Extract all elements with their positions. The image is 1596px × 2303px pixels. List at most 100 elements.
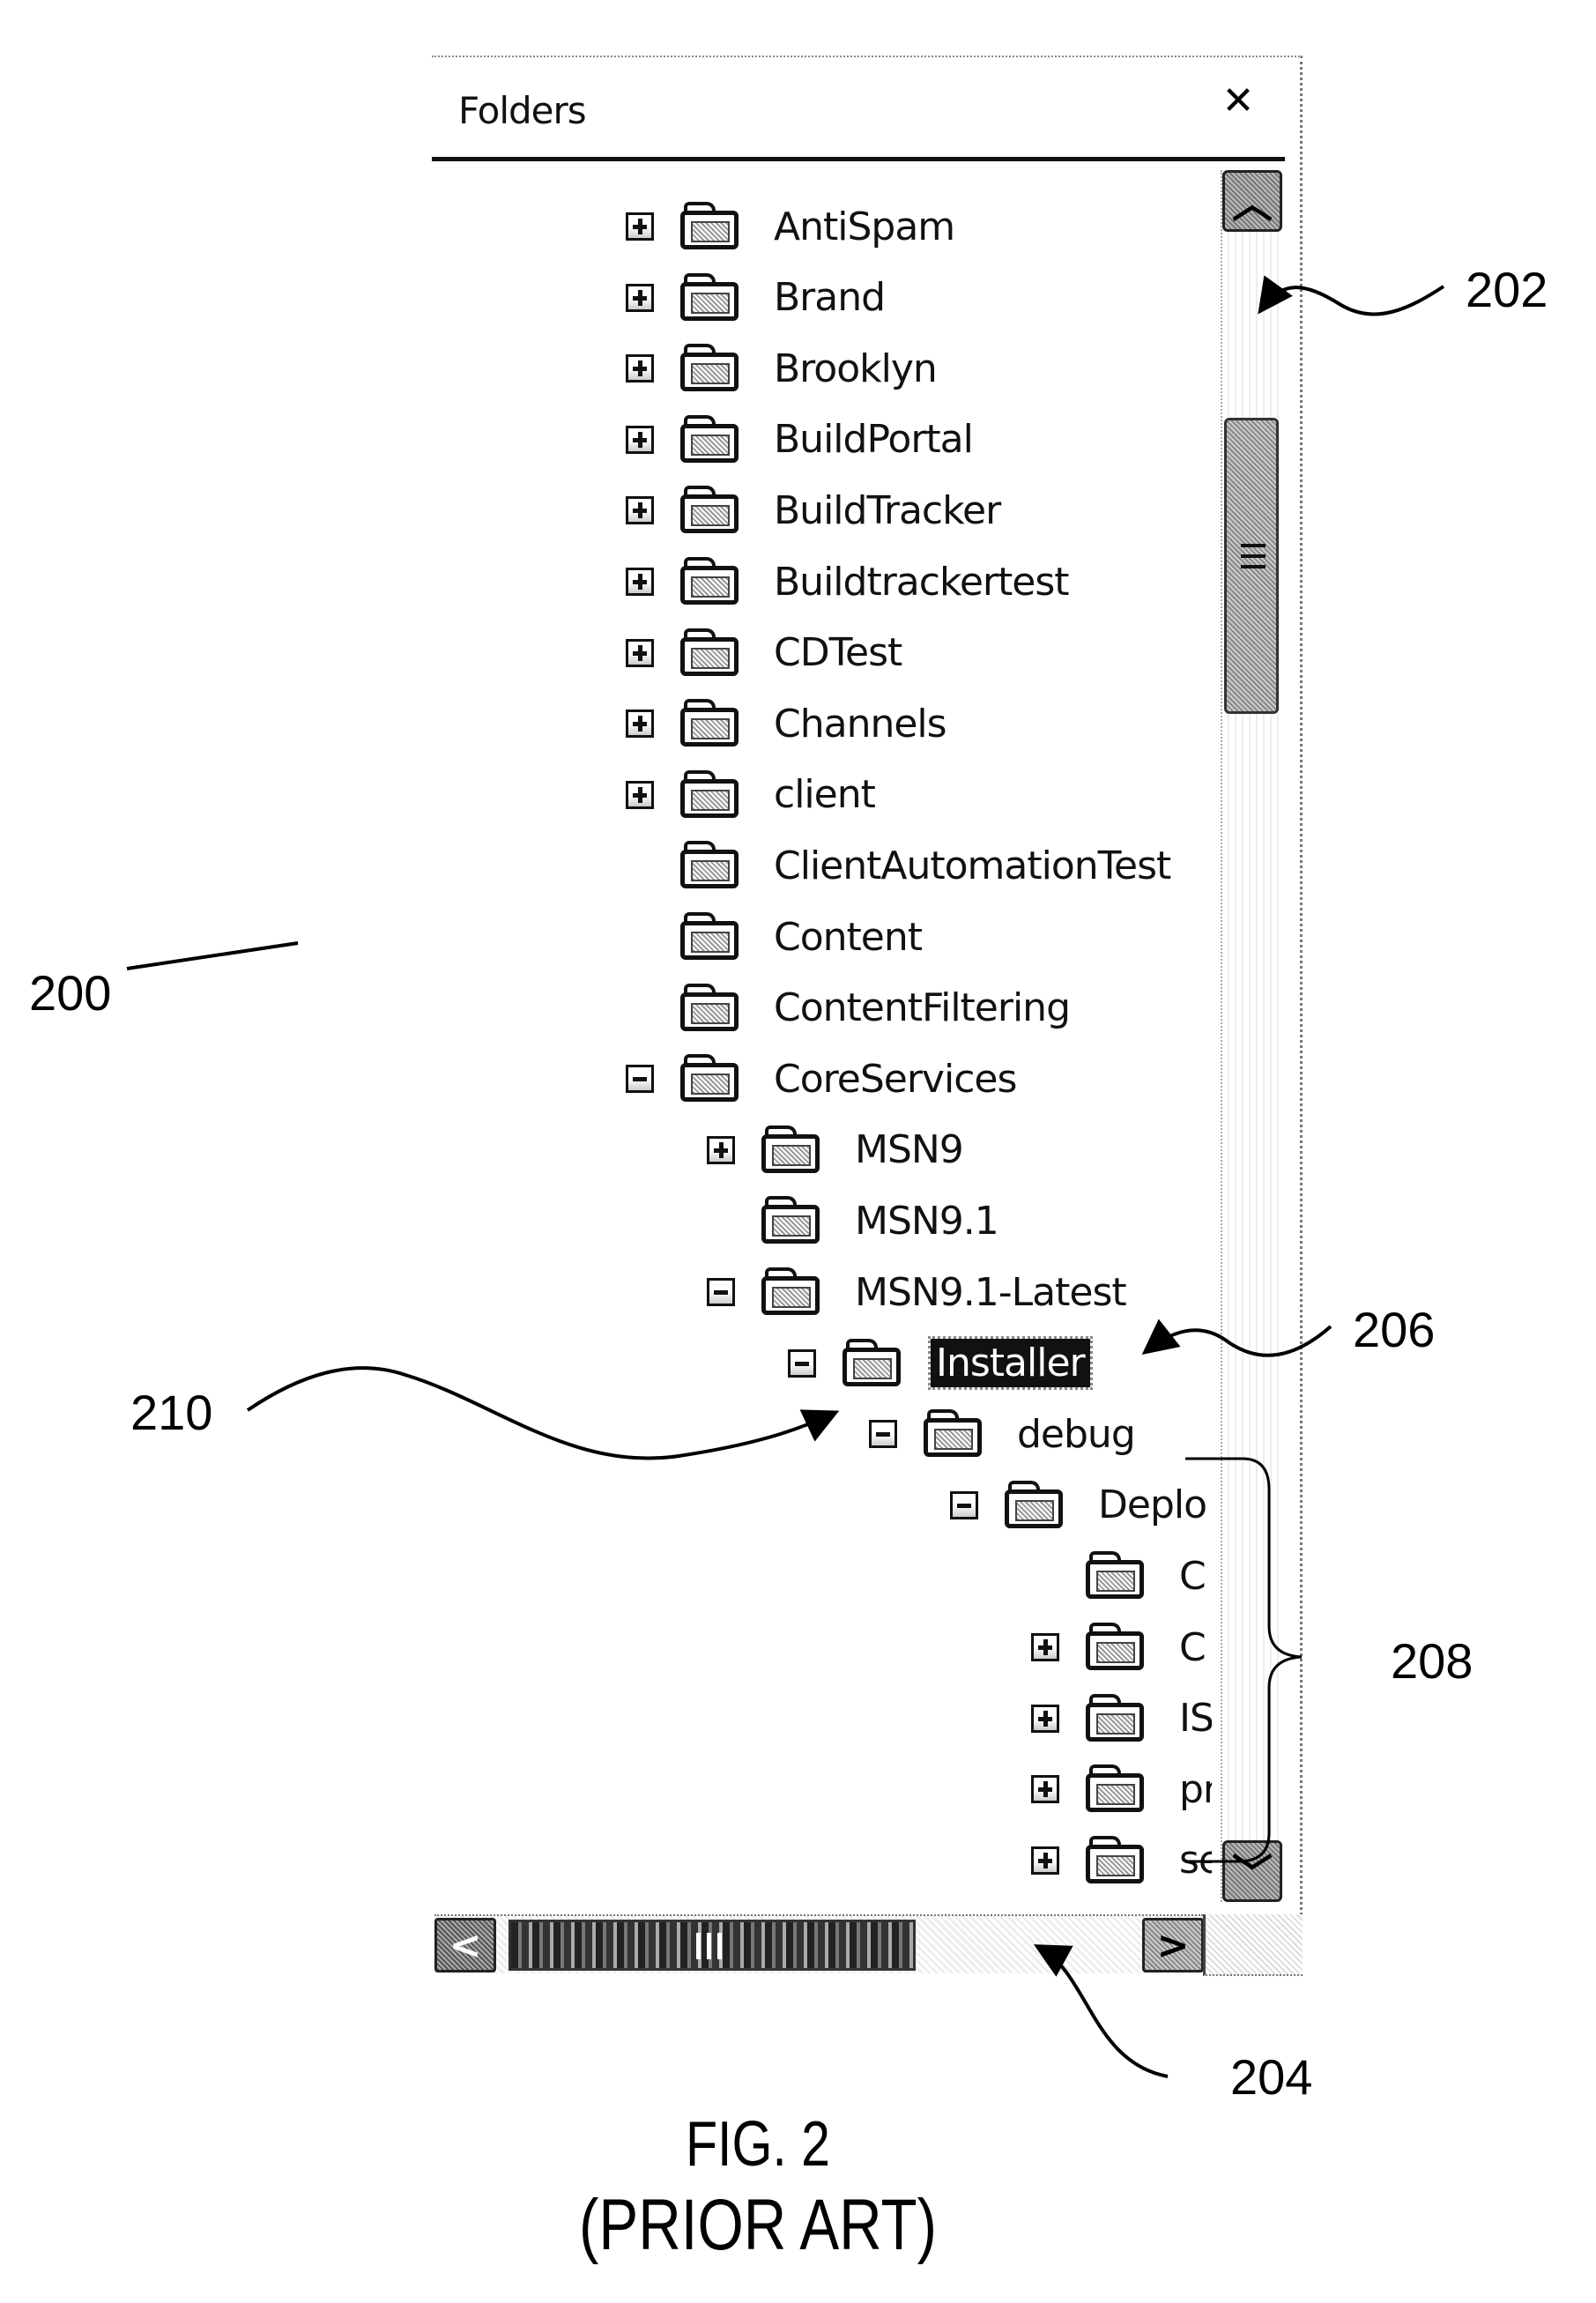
scroll-right-button[interactable]: > bbox=[1142, 1918, 1204, 1972]
expand-plus-icon[interactable] bbox=[626, 283, 654, 312]
folder-icon bbox=[1003, 1477, 1070, 1534]
folder-icon bbox=[1084, 1761, 1151, 1817]
tree-node[interactable]: Content bbox=[626, 902, 927, 972]
grip-line bbox=[1241, 544, 1266, 547]
tree-node-label[interactable]: MSN9.1 bbox=[850, 1197, 1004, 1245]
grip-line bbox=[707, 1933, 711, 1959]
horizontal-scroll-thumb[interactable] bbox=[508, 1920, 916, 1971]
tree-node-label[interactable]: C bbox=[1174, 1623, 1211, 1672]
tree-node[interactable]: C bbox=[1031, 1612, 1211, 1683]
tree-node[interactable]: IS bbox=[1031, 1683, 1212, 1754]
tree-node[interactable]: CoreServices bbox=[626, 1044, 1021, 1114]
expand-plus-icon[interactable] bbox=[626, 496, 654, 525]
tree-node[interactable]: Buildtrackertest bbox=[626, 546, 1074, 617]
tree-node[interactable]: CDTest bbox=[626, 618, 907, 688]
ref-label-210: 210 bbox=[130, 1385, 213, 1440]
ref-label-204: 204 bbox=[1230, 2049, 1313, 2105]
expand-plus-icon[interactable] bbox=[626, 212, 654, 241]
tree-node[interactable]: Channels bbox=[626, 688, 952, 759]
tree-node-label[interactable]: AntiSpam bbox=[768, 203, 960, 251]
expand-plus-icon[interactable] bbox=[626, 780, 654, 809]
vertical-scroll-thumb[interactable] bbox=[1224, 418, 1279, 714]
vertical-scrollbar[interactable]: ︿ ﹀ bbox=[1221, 170, 1284, 1902]
tree-node[interactable]: Deplo bbox=[950, 1470, 1212, 1541]
folder-icon bbox=[679, 340, 746, 397]
expand-plus-icon[interactable] bbox=[707, 1135, 735, 1164]
tree-node-label[interactable]: pr bbox=[1174, 1765, 1212, 1814]
grip-line bbox=[696, 1933, 701, 1959]
expand-plus-icon[interactable] bbox=[1031, 1633, 1059, 1661]
tree-node-label[interactable]: Content bbox=[768, 913, 927, 962]
collapse-minus-icon[interactable] bbox=[869, 1420, 897, 1449]
tree-node[interactable]: debug bbox=[869, 1399, 1140, 1469]
tree-node[interactable]: Brand bbox=[626, 263, 890, 333]
folder-icon bbox=[841, 1335, 908, 1392]
tree-node-label[interactable]: ContentFiltering bbox=[768, 984, 1075, 1032]
folder-icon bbox=[1084, 1690, 1151, 1747]
tree-node[interactable]: BuildPortal bbox=[626, 405, 978, 475]
expand-plus-icon[interactable] bbox=[626, 638, 654, 667]
tree-node[interactable]: client bbox=[626, 760, 880, 830]
tree-node[interactable]: C bbox=[1031, 1541, 1211, 1611]
scroll-up-button[interactable]: ︿ bbox=[1222, 170, 1282, 232]
collapse-minus-icon[interactable] bbox=[707, 1278, 735, 1306]
tree-node-label[interactable]: client bbox=[768, 770, 880, 819]
expand-plus-icon[interactable] bbox=[1031, 1775, 1059, 1804]
expand-plus-icon[interactable] bbox=[626, 425, 654, 454]
figure-subtitle: (PRIOR ART) bbox=[579, 2185, 937, 2265]
tree-node-label[interactable]: MSN9 bbox=[850, 1125, 969, 1174]
tree-node-label[interactable]: Buildtrackertest bbox=[768, 558, 1074, 606]
tree-node-label[interactable]: ClientAutomationTest bbox=[768, 842, 1176, 890]
horizontal-scrollbar[interactable]: < > bbox=[434, 1914, 1204, 1973]
tree-node[interactable]: MSN9.1-Latest bbox=[707, 1257, 1132, 1327]
tree-node-label[interactable]: IS bbox=[1174, 1694, 1212, 1742]
folders-pane: Folders ✕ AntiSpam Brand Brooklyn BuildPort… bbox=[432, 56, 1303, 1976]
tree-node[interactable]: BuildTracker bbox=[626, 475, 1006, 546]
tree-node-label[interactable]: Deplo bbox=[1093, 1481, 1212, 1529]
tree-node-label[interactable]: debug bbox=[1012, 1410, 1140, 1459]
ref-label-206: 206 bbox=[1353, 1302, 1436, 1357]
expand-plus-icon[interactable] bbox=[626, 709, 654, 739]
expand-plus-icon[interactable] bbox=[626, 354, 654, 383]
tree-node[interactable]: pr bbox=[1031, 1754, 1212, 1824]
tree-node[interactable]: ClientAutomationTest bbox=[626, 830, 1176, 901]
tree-node-label[interactable]: BuildTracker bbox=[768, 487, 1006, 535]
expand-plus-icon[interactable] bbox=[626, 568, 654, 596]
folder-icon bbox=[679, 412, 746, 468]
folder-icon bbox=[679, 837, 746, 894]
folder-icon bbox=[760, 1264, 827, 1320]
close-icon[interactable]: ✕ bbox=[1219, 82, 1258, 121]
chevron-left-icon: < bbox=[449, 1922, 482, 1968]
chevron-right-icon: > bbox=[1156, 1922, 1190, 1968]
tree-node-label-selected[interactable]: Installer bbox=[928, 1336, 1093, 1391]
tree-node-label[interactable]: C bbox=[1174, 1552, 1211, 1601]
collapse-minus-icon[interactable] bbox=[950, 1490, 978, 1519]
collapse-minus-icon[interactable] bbox=[788, 1348, 816, 1378]
tree-node-label[interactable]: Brooklyn bbox=[768, 345, 942, 393]
tree-node-label[interactable]: se bbox=[1174, 1836, 1212, 1884]
expand-plus-icon[interactable] bbox=[1031, 1846, 1059, 1875]
tree-node[interactable]: ContentFiltering bbox=[626, 973, 1075, 1044]
tree-node-label[interactable]: Brand bbox=[768, 273, 890, 322]
folder-icon bbox=[679, 270, 746, 326]
tree-node[interactable]: MSN9 bbox=[707, 1115, 969, 1185]
scroll-down-button[interactable]: ﹀ bbox=[1222, 1840, 1282, 1902]
collapse-minus-icon[interactable] bbox=[626, 1065, 654, 1094]
tree-node-label[interactable]: MSN9.1-Latest bbox=[850, 1268, 1132, 1317]
tree-node-label[interactable]: CoreServices bbox=[768, 1055, 1021, 1103]
tree-node[interactable]: AntiSpam bbox=[626, 191, 960, 262]
tree-node-label[interactable]: BuildPortal bbox=[768, 415, 978, 464]
tree-node[interactable]: se bbox=[1031, 1825, 1212, 1896]
tree-node-label[interactable]: CDTest bbox=[768, 628, 907, 677]
tree-node[interactable]: Brooklyn bbox=[626, 333, 942, 404]
ref-label-200: 200 bbox=[29, 965, 112, 1021]
tree-node[interactable]: MSN9.1 bbox=[707, 1185, 1004, 1256]
scroll-left-button[interactable]: < bbox=[434, 1918, 496, 1972]
tree-node[interactable]: Installer bbox=[788, 1328, 1093, 1399]
expand-plus-icon[interactable] bbox=[1031, 1704, 1059, 1733]
folder-icon bbox=[679, 909, 746, 965]
tree-node-label[interactable]: Channels bbox=[768, 700, 952, 748]
